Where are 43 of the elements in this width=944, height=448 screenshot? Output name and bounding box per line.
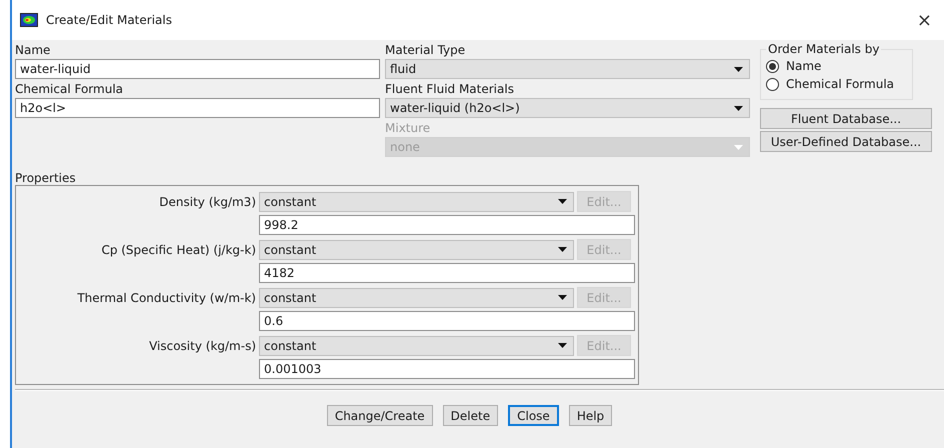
- radio-label: Chemical Formula: [786, 77, 894, 91]
- caret-icon: [734, 106, 743, 110]
- section-title: Properties: [15, 171, 77, 185]
- dropdown-label: Material Type: [385, 42, 466, 59]
- caret-icon: [558, 247, 567, 252]
- field-label: Name: [15, 42, 52, 59]
- dialog-button[interactable]: Change/Create: [326, 405, 433, 426]
- property-label: Cp (Specific Heat) (j/kg-k): [100, 242, 256, 256]
- method-dropdown[interactable]: constant: [259, 288, 574, 308]
- dropdown[interactable]: fluid: [385, 59, 750, 79]
- method-dropdown[interactable]: constant: [259, 240, 574, 260]
- radio-label: Name: [786, 59, 822, 73]
- text-field[interactable]: water-liquid: [15, 59, 380, 79]
- dropdown-label: Fluent Fluid Materials: [385, 81, 515, 98]
- value-field[interactable]: 0.6: [259, 311, 635, 331]
- caret-icon: [558, 295, 567, 300]
- caret-icon: [734, 144, 743, 150]
- dropdown-label: Mixture: [385, 120, 432, 137]
- property-label: Thermal Conductivity (w/m-k): [76, 290, 256, 304]
- caret-icon: [734, 66, 743, 72]
- close-button[interactable]: ×: [912, 10, 936, 30]
- dialog-button[interactable]: Delete: [442, 405, 498, 426]
- method-dropdown[interactable]: constant: [259, 336, 574, 356]
- property-label: Viscosity (kg/m-s): [148, 338, 256, 352]
- value-field[interactable]: 998.2: [259, 215, 635, 235]
- app-icon: [20, 13, 38, 27]
- property-label: Density (kg/m3): [158, 194, 256, 208]
- group-title: Order Materials by: [767, 42, 880, 56]
- method-dropdown[interactable]: constant: [259, 192, 574, 212]
- caret-icon: [558, 343, 567, 348]
- radio-button[interactable]: [766, 78, 779, 90]
- database-button[interactable]: Fluent Database...: [760, 108, 932, 129]
- database-button[interactable]: User-Defined Database...: [760, 131, 932, 152]
- window-title: Create/Edit Materials: [46, 13, 173, 27]
- caret-icon: [558, 199, 567, 204]
- dialog-button[interactable]: Close: [508, 405, 559, 426]
- dropdown[interactable]: water-liquid (h2o<l>): [385, 98, 750, 118]
- radio-button[interactable]: [766, 60, 779, 72]
- text-field[interactable]: h2o<l>: [15, 98, 380, 118]
- value-field[interactable]: 4182: [259, 263, 635, 283]
- value-field[interactable]: 0.001003: [259, 359, 635, 379]
- field-label: Chemical Formula: [15, 81, 124, 98]
- dialog-button[interactable]: Help: [568, 405, 612, 426]
